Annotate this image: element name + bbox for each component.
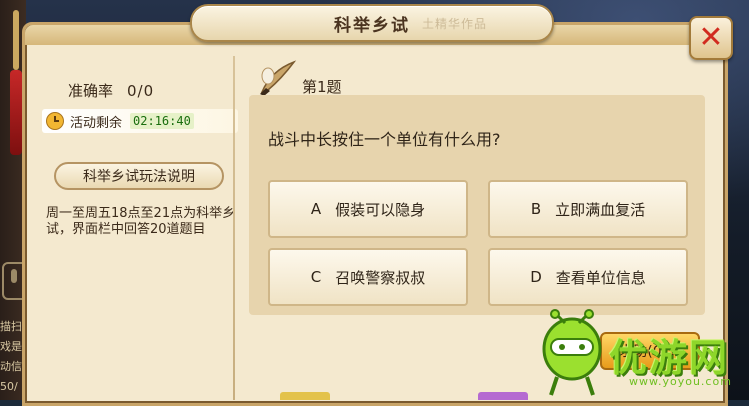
timer-value: 02:16:40: [130, 113, 194, 129]
rules-title: 科举乡试玩法说明: [54, 162, 224, 190]
question-text: 战斗中长按住一个单位有什么用?: [268, 130, 501, 149]
info-column: 准确率 0/0 活动剩余 02:16:40 科举乡试玩法说明 周一至周五18点至2…: [32, 66, 238, 396]
answer-letter: A: [310, 200, 322, 218]
close-x-icon: ✕: [698, 20, 724, 55]
answer-option-b[interactable]: B 立即满血复活: [488, 180, 688, 238]
answer-letter: B: [530, 200, 542, 218]
answer-option-d[interactable]: D 查看单位信息: [488, 248, 688, 306]
answer-text: 立即满血复活: [555, 200, 646, 219]
window-title: 科举乡试: [334, 15, 410, 36]
title-watermark-text: 土精华作品: [422, 17, 488, 31]
answer-option-c[interactable]: C 召唤警察叔叔: [268, 248, 468, 306]
rules-description: 周一至周五18点至21点为科举乡试，界面栏中回答20道题目: [46, 206, 236, 237]
bottom-tab-purple[interactable]: [478, 392, 528, 400]
title-plaque: 科举乡试 土精华作品: [190, 4, 554, 42]
answer-letter: D: [530, 268, 542, 286]
answer-text: 假装可以隐身: [335, 200, 426, 219]
clock-icon: [46, 112, 64, 130]
bottom-tab-yellow[interactable]: [280, 392, 330, 400]
answer-option-a[interactable]: A 假装可以隐身: [268, 180, 468, 238]
site-watermark: 优游网 www.yoyou.com: [537, 305, 749, 400]
mascot-logo-icon: [542, 309, 602, 396]
brush-icon: [260, 60, 297, 96]
watermark-url: www.yoyou.com: [629, 375, 732, 388]
accuracy-stat: 准确率 0/0: [68, 80, 154, 101]
accuracy-label: 准确率: [68, 82, 114, 100]
activity-timer: 活动剩余 02:16:40: [42, 109, 238, 133]
answer-text: 查看单位信息: [555, 268, 646, 287]
answer-text: 召唤警察叔叔: [335, 268, 426, 287]
close-button[interactable]: ✕: [689, 16, 733, 60]
question-number: 第1题: [302, 78, 342, 96]
timer-label: 活动剩余: [70, 115, 123, 131]
watermark-brand: 优游网: [609, 336, 730, 380]
answer-letter: C: [310, 268, 322, 286]
column-divider: [233, 56, 235, 400]
accuracy-value: 0/0: [127, 82, 155, 100]
